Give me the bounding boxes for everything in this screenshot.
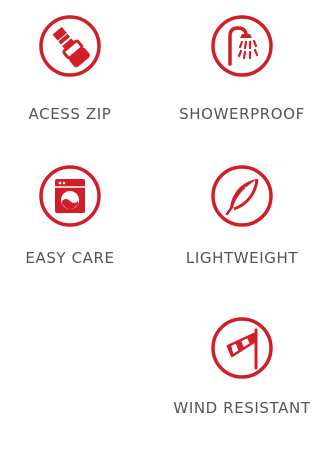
zip-icon [39, 15, 101, 77]
feature-label: EASY CARE [25, 249, 115, 267]
feature-wind-resistant: WIND RESISTANT [172, 316, 312, 418]
washing-machine-icon [39, 165, 101, 227]
windsock-icon [211, 317, 273, 379]
feather-icon [211, 165, 273, 227]
feature-access-zip: ACESS ZIP [0, 14, 140, 124]
feature-lightweight: LIGHTWEIGHT [172, 164, 312, 268]
feature-label: LIGHTWEIGHT [185, 249, 299, 267]
feature-label: ACESS ZIP [28, 105, 112, 123]
shower-icon [211, 15, 273, 77]
feature-label: WIND RESISTANT [173, 399, 311, 417]
feature-label: SHOWERPROOF [179, 105, 305, 123]
feature-easy-care: EASY CARE [0, 164, 140, 268]
feature-showerproof: SHOWERPROOF [172, 14, 312, 124]
